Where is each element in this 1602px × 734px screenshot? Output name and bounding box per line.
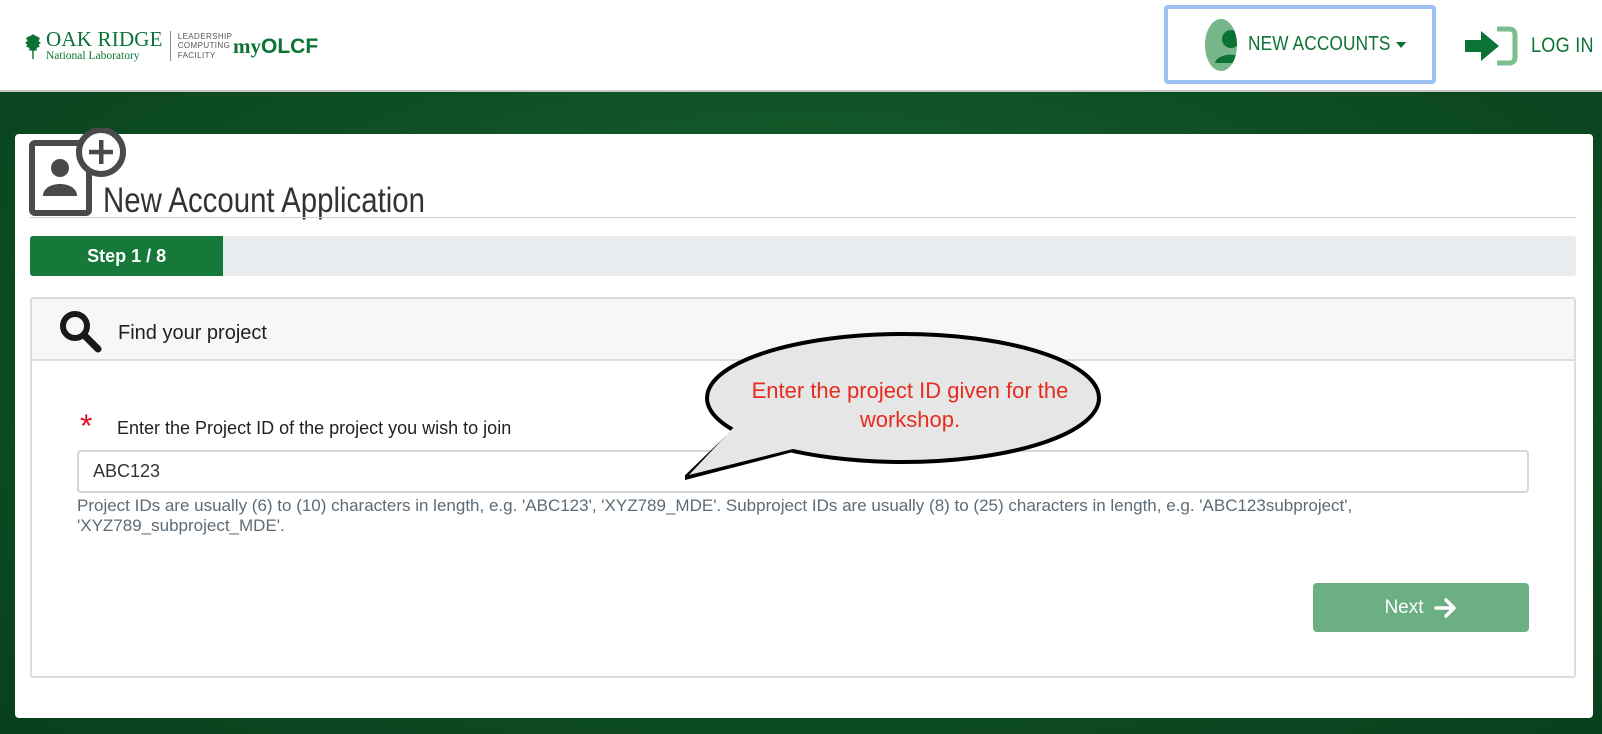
user-avatar-icon [1205,18,1238,71]
title-divider [30,217,1576,218]
project-id-label: Enter the Project ID of the project you … [117,418,512,438]
brand-prefix: my [233,34,261,58]
step-progress-bar: Step 1 / 8 [30,236,1576,276]
next-button-label: Next [1384,596,1424,618]
myolcf-brand[interactable]: myOLCF [233,34,318,59]
new-accounts-text: NEW ACCOUNTS [1248,33,1391,55]
ornl-logo[interactable]: OAK RIDGE National Laboratory LEADERSHIP… [22,28,232,64]
logo-wordmark: OAK RIDGE National Laboratory [46,29,163,63]
top-header: OAK RIDGE National Laboratory LEADERSHIP… [0,0,1602,92]
required-marker: * [80,408,93,444]
logo-lcf-line: COMPUTING [177,41,231,51]
login-icon [1465,26,1518,66]
brand-suffix: OLCF [261,35,319,58]
callout-text: Enter the project ID given for the works… [751,378,1069,432]
chevron-down-icon [1395,41,1407,48]
logo-lcf-line: LEADERSHIP [177,31,233,41]
arrow-right-icon [1433,597,1456,618]
logo-divider [169,31,171,61]
new-accounts-label: NEW ACCOUNTS [1248,33,1407,56]
new-accounts-dropdown[interactable]: NEW ACCOUNTS [1164,5,1436,84]
login-link[interactable]: LOG IN [1463,26,1602,66]
progress-label: Step 1 / 8 [87,245,167,266]
oak-leaf-icon [25,34,41,59]
progress-fill: Step 1 / 8 [30,236,224,276]
project-id-help-text: Project IDs are usually (6) to (10) char… [77,496,1353,535]
logo-main-text: OAK RIDGE [46,27,163,52]
logo-sub-text: National Laboratory [46,50,140,63]
next-button[interactable]: Next [1313,583,1529,632]
login-label: LOG IN [1531,34,1594,57]
search-icon [60,311,102,353]
panel-title: Find your project [118,322,267,344]
logo-lcf-line: FACILITY [177,50,216,60]
page-title: New Account Application [103,181,425,221]
logo-lcf-text: LEADERSHIP COMPUTING FACILITY [178,32,233,61]
